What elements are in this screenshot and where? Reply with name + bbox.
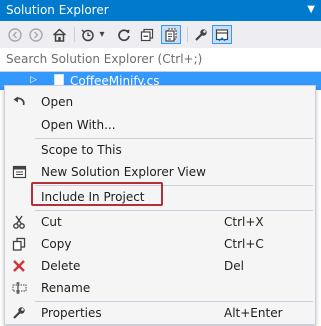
show-all-files-icon[interactable] [161,25,181,44]
menu-item-new-view[interactable]: New Solution Explorer View [5,161,315,183]
new-view-icon [11,164,27,180]
preview-icon[interactable] [212,25,232,44]
menu-item-label: Scope to This [41,143,122,157]
menu-item-properties[interactable]: Properties Alt+Enter [5,302,315,324]
properties-icon[interactable] [192,25,210,44]
sync-icon[interactable] [115,25,133,44]
menu-item-label: Cut [41,215,62,229]
search-placeholder: Search Solution Explorer (Ctrl+;) [6,52,203,66]
menu-item-open-with[interactable]: Open With... [5,114,315,136]
forward-icon[interactable] [27,25,45,44]
menu-item-label: Open [41,95,74,109]
expand-arrow-icon[interactable]: ▷ [30,75,37,85]
menu-item-open[interactable]: Open [5,91,315,113]
toolbar-separator [187,27,188,42]
context-menu: Open Open With... Scope to This New Solu… [4,85,316,325]
menu-item-copy[interactable]: Copy Ctrl+C [5,233,315,255]
copy-icon [11,236,27,252]
menu-item-label: Rename [41,281,91,295]
cut-icon [11,214,27,230]
menu-item-label: Open With... [41,118,116,132]
delete-icon [11,258,27,274]
collapse-all-icon[interactable] [138,25,156,44]
properties-icon [11,305,27,321]
home-icon[interactable] [49,25,69,44]
chevron-down-icon[interactable]: ▾ [97,25,107,44]
back-icon[interactable] [6,25,24,44]
menu-item-scope-to-this[interactable]: Scope to This [5,139,315,161]
menu-item-shortcut: Alt+Enter [224,306,283,320]
history-icon[interactable] [80,25,96,44]
open-icon [11,94,27,110]
toolbar: ▾ [0,21,321,49]
dropdown-arrow-icon[interactable]: ▼ [307,4,315,15]
title-bar: Solution Explorer ▼ [0,0,321,21]
menu-item-label: Properties [41,306,102,320]
menu-item-shortcut: Ctrl+C [224,237,264,251]
rename-icon [11,280,27,296]
menu-item-shortcut: Del [224,259,244,273]
menu-item-label: New Solution Explorer View [41,165,206,179]
menu-item-rename[interactable]: Rename [5,277,315,299]
menu-item-label: Delete [41,259,81,273]
highlight-box [31,182,163,206]
search-input[interactable]: Search Solution Explorer (Ctrl+;) [0,48,321,72]
window-title: Solution Explorer [6,3,109,17]
toolbar-separator [74,27,75,42]
menu-item-cut[interactable]: Cut Ctrl+X [5,211,315,233]
menu-item-label: Copy [41,237,72,251]
menu-item-shortcut: Ctrl+X [224,215,264,229]
menu-item-delete[interactable]: Delete Del [5,255,315,277]
